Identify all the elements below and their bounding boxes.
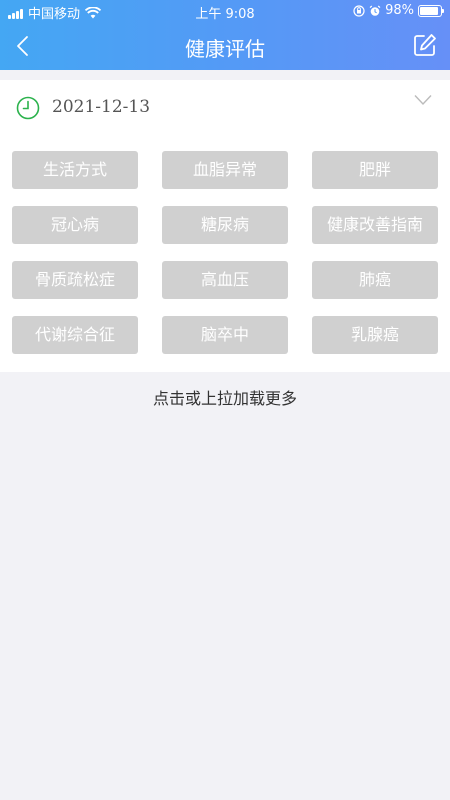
edit-icon[interactable]: [412, 32, 438, 58]
tag-metabolic-syndrome[interactable]: 代谢综合征: [12, 316, 138, 354]
date-selector[interactable]: 2021-12-13: [0, 80, 450, 138]
chevron-down-icon[interactable]: [414, 94, 432, 106]
tag-stroke[interactable]: 脑卒中: [162, 316, 288, 354]
tag-dyslipidemia[interactable]: 血脂异常: [162, 151, 288, 189]
tag-obesity[interactable]: 肥胖: [312, 151, 438, 189]
alarm-icon: [369, 5, 381, 16]
tag-diabetes[interactable]: 糖尿病: [162, 206, 288, 244]
status-right: 98%: [353, 3, 444, 18]
status-bar: 中国移动 上午 9:08 98%: [0, 0, 450, 22]
nav-bar: 健康评估: [0, 22, 450, 70]
battery-percent: 98%: [385, 3, 414, 18]
tag-osteoporosis[interactable]: 骨质疏松症: [12, 261, 138, 299]
tag-coronary-heart-disease[interactable]: 冠心病: [12, 206, 138, 244]
load-more-button[interactable]: 点击或上拉加载更多: [0, 385, 450, 409]
clock-icon: [16, 96, 40, 120]
tag-lifestyle[interactable]: 生活方式: [12, 151, 138, 189]
app-header: 中国移动 上午 9:08 98% 健康评估: [0, 0, 450, 70]
battery-fill: [420, 6, 438, 15]
assessment-panel: 2021-12-13 生活方式 血脂异常 肥胖 冠心病 糖尿病 健康改善指南 骨…: [0, 80, 450, 372]
assessment-tag-grid: 生活方式 血脂异常 肥胖 冠心病 糖尿病 健康改善指南 骨质疏松症 高血压 肺癌…: [12, 151, 438, 354]
tag-health-improvement-guide[interactable]: 健康改善指南: [312, 206, 438, 244]
date-label: 2021-12-13: [52, 97, 151, 117]
battery-icon: [418, 4, 444, 17]
tag-breast-cancer[interactable]: 乳腺癌: [312, 316, 438, 354]
tag-hypertension[interactable]: 高血压: [162, 261, 288, 299]
page-title: 健康评估: [185, 37, 265, 61]
tag-lung-cancer[interactable]: 肺癌: [312, 261, 438, 299]
orientation-lock-icon: [353, 4, 365, 17]
